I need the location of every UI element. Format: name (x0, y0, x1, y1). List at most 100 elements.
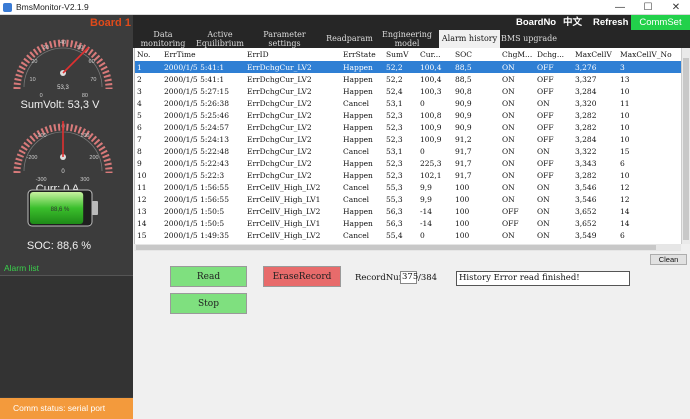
table-cell: 2000/1/5 1:56:55 (164, 182, 229, 192)
sumvolt-label: SumVolt: 53,3 V (20, 99, 100, 111)
column-header[interactable]: ErrID (245, 48, 341, 61)
table-cell: 91,2 (455, 134, 472, 144)
table-cell: 88,5 (453, 61, 500, 73)
table-vertical-scrollbar[interactable] (681, 48, 690, 244)
table-horizontal-scrollbar[interactable] (134, 244, 681, 251)
tab-parameter-settings[interactable]: Parameter settings (247, 30, 322, 48)
erase-record-button[interactable]: EraseRecord (263, 266, 341, 287)
tab-alarm-history[interactable]: Alarm history (439, 30, 500, 48)
alarm-list[interactable] (0, 275, 133, 397)
battery-label: 88,6 % (51, 207, 70, 213)
tab-data-monitoring[interactable]: Data monitoring (133, 30, 193, 48)
tab-active-equilibrium[interactable]: Active Equilibrium (193, 30, 247, 48)
table-row[interactable]: 5 2000/1/5 5:25:46 ErrDchgCur_LV2 Happen 52,… (135, 109, 681, 121)
read-button[interactable]: Read (170, 266, 247, 287)
table-cell: 52,4 (386, 86, 403, 96)
table-row[interactable]: 15 2000/1/5 1:49:35 ErrCellV_High_LV2 Cance… (135, 229, 681, 241)
table-cell: ErrDchgCur_LV2 (247, 122, 312, 132)
table-row[interactable]: 1 2000/1/5 5:41:1 ErrDchgCur_LV2 Happen 52,2… (135, 61, 681, 73)
table-cell: 2000/1/5 5:22:43 (164, 158, 229, 168)
table-row[interactable]: 8 2000/1/5 5:22:48 ErrDchgCur_LV2 Cancel 53,… (135, 145, 681, 157)
table-cell: 52,3 (386, 122, 403, 132)
column-header[interactable]: MaxCellV_No (618, 48, 681, 61)
alarm-history-table[interactable]: No. ErrTime ErrID ErrState SumV Cur... SOC ChgM… (134, 48, 681, 244)
table-cell: Happen (343, 74, 373, 84)
table-cell: 2000/1/5 5:22:3 (164, 170, 225, 180)
table-cell: 2000/1/5 5:25:46 (164, 110, 229, 120)
language-button[interactable]: 中文 (563, 15, 582, 30)
window-title: BmsMonitor-V2.1.9 (16, 2, 89, 12)
table-cell: ON (537, 146, 550, 156)
table-cell: 52,3 (386, 110, 403, 120)
table-cell: 13 (620, 74, 630, 84)
boardno-button[interactable]: BoardNo (516, 15, 556, 30)
table-cell: 91,7 (455, 170, 472, 180)
maximize-button[interactable]: ☐ (634, 0, 662, 15)
table-cell: 3,284 (575, 134, 597, 144)
gauge-tick-label: -100 (36, 133, 47, 139)
table-cell: 100 (455, 230, 470, 240)
column-header[interactable]: No. (135, 48, 162, 61)
stop-button[interactable]: Stop (170, 293, 247, 314)
table-row[interactable]: 9 2000/1/5 5:22:43 ErrDchgCur_LV2 Happen 52,… (135, 157, 681, 169)
table-row[interactable]: 4 2000/1/5 5:26:38 ErrDchgCur_LV2 Cancel 53,… (135, 97, 681, 109)
table-cell: Happen (343, 122, 373, 132)
table-cell: 10 (620, 110, 630, 120)
column-header[interactable]: MaxCellV (573, 48, 618, 61)
table-cell: ErrDchgCur_LV2 (247, 74, 312, 84)
table-cell: ON (502, 182, 515, 192)
table-cell: 2000/1/5 5:24:57 (164, 122, 229, 132)
minimize-button[interactable]: — (606, 0, 634, 15)
column-header[interactable]: Cur... (418, 48, 453, 61)
table-row[interactable]: 2 2000/1/5 5:41:1 ErrDchgCur_LV2 Happen 52,2… (135, 73, 681, 85)
table-cell: 100,9 (420, 134, 442, 144)
table-cell: 2 (137, 74, 142, 84)
tab-bms-upgrade[interactable]: BMS upgrade (500, 30, 558, 48)
table-cell: 102,1 (420, 170, 442, 180)
column-header[interactable]: Dchg... (535, 48, 573, 61)
table-cell: 10 (620, 122, 630, 132)
column-header[interactable]: ChgM... (500, 48, 535, 61)
table-cell: 56,3 (386, 218, 403, 228)
table-cell: 53,1 (386, 146, 403, 156)
table-row[interactable]: 12 2000/1/5 1:56:55 ErrCellV_High_LV1 Cance… (135, 193, 681, 205)
table-cell: 0 (420, 98, 425, 108)
table-cell: 88,5 (455, 74, 472, 84)
table-cell: Cancel (343, 182, 370, 192)
column-header[interactable]: SOC (453, 48, 500, 61)
table-row[interactable]: 7 2000/1/5 5:24:13 ErrDchgCur_LV2 Happen 52,… (135, 133, 681, 145)
table-row[interactable]: 14 2000/1/5 1:50:5 ErrCellV_High_LV1 Happen… (135, 217, 681, 229)
top-bar: BoardNo 中文 Refresh CommSet (133, 15, 690, 30)
table-cell: 90,9 (455, 98, 472, 108)
table-cell: Happen (343, 110, 373, 120)
column-header[interactable]: SumV (384, 48, 418, 61)
table-cell: 100 (455, 206, 470, 216)
tab-readparam[interactable]: Readparam (322, 30, 377, 48)
table-row[interactable]: 11 2000/1/5 1:56:55 ErrCellV_High_LV2 Cance… (135, 181, 681, 193)
recordnum-input[interactable]: 375 (400, 271, 418, 284)
gauge-tick-label: 50 (77, 45, 83, 51)
table-row[interactable]: 10 2000/1/5 5:22:3 ErrDchgCur_LV2 Happen 52,… (135, 169, 681, 181)
clean-button[interactable]: Clean (650, 254, 687, 265)
commset-button[interactable]: CommSet (631, 15, 690, 30)
table-cell: 2000/1/5 1:50:5 (164, 206, 225, 216)
gauge-tick-label: 10 (30, 77, 36, 83)
battery-icon: 88,6 % (27, 189, 98, 227)
gauge-tick-label: 20 (31, 59, 37, 65)
table-cell: 6 (620, 158, 625, 168)
table-row[interactable]: 13 2000/1/5 1:50:5 ErrCellV_High_LV2 Happen… (135, 205, 681, 217)
table-cell: ON (502, 110, 515, 120)
table-cell: 2000/1/5 5:24:13 (164, 134, 229, 144)
gauge-tick-label: 100 (80, 133, 89, 139)
column-header[interactable]: ErrState (341, 48, 384, 61)
refresh-button[interactable]: Refresh (593, 15, 628, 30)
column-header[interactable]: ErrTime (162, 48, 245, 61)
table-row[interactable]: 6 2000/1/5 5:24:57 ErrDchgCur_LV2 Happen 52,… (135, 121, 681, 133)
table-cell: 0 (420, 230, 425, 240)
table-cell: Happen (343, 170, 373, 180)
table-row[interactable]: 3 2000/1/5 5:27:15 ErrDchgCur_LV2 Happen 52,… (135, 85, 681, 97)
table-cell: ErrDchgCur_LV2 (247, 170, 312, 180)
close-button[interactable]: ✕ (662, 0, 690, 15)
tab-engineering-model[interactable]: Engineering model (377, 30, 437, 48)
table-cell: ErrDchgCur_LV2 (247, 86, 312, 96)
